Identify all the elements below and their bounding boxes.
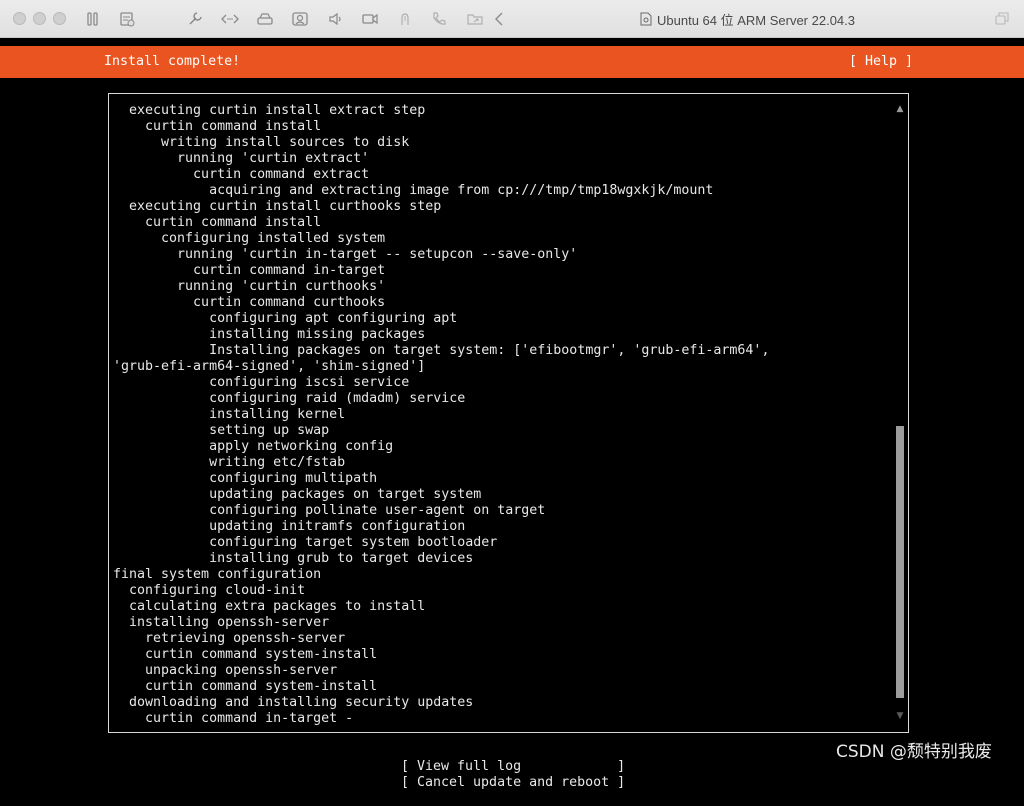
- log-line: curtin command system-install: [113, 647, 378, 662]
- log-line: installing kernel: [113, 407, 346, 422]
- log-line: configuring cloud-init: [113, 583, 306, 598]
- log-line: executing curtin install curthooks step: [113, 199, 442, 214]
- log-line: configuring multipath: [113, 471, 378, 486]
- log-line: retrieving openssh-server: [113, 631, 346, 646]
- log-line: configuring raid (mdadm) service: [113, 391, 466, 406]
- close-window-button[interactable]: [13, 12, 26, 25]
- log-line: setting up swap: [113, 423, 330, 438]
- log-line: curtin command system-install: [113, 679, 378, 694]
- log-line: updating initramfs configuration: [113, 519, 466, 534]
- log-line: updating packages on target system: [113, 487, 482, 502]
- document-icon: [640, 12, 652, 26]
- settings-wrench-icon[interactable]: [186, 10, 204, 28]
- camera-icon[interactable]: [291, 10, 309, 28]
- log-line: installing openssh-server: [113, 615, 330, 630]
- log-line: acquiring and extracting image from cp:/…: [113, 183, 714, 198]
- log-line: curtin command extract: [113, 167, 370, 182]
- vm-console-screen[interactable]: Install complete! [ Help ] executing cur…: [0, 38, 1024, 806]
- log-line: curtin command in-target: [113, 263, 386, 278]
- log-line: curtin command install: [113, 215, 322, 230]
- csdn-watermark: CSDN @颓特别我废: [836, 742, 992, 762]
- log-line: running 'curtin extract': [113, 151, 370, 166]
- log-line: Installing packages on target system: ['…: [113, 343, 770, 358]
- sound-icon[interactable]: [327, 10, 345, 28]
- cancel-update-reboot-button[interactable]: [ Cancel update and reboot ]: [401, 775, 625, 791]
- pause-icon[interactable]: [86, 10, 100, 28]
- log-line: installing missing packages: [113, 327, 426, 342]
- log-line: apply networking config: [113, 439, 394, 454]
- window-titlebar: Ubuntu 64 位 ARM Server 22.04.3: [0, 0, 1024, 38]
- install-log: executing curtin install extract step cu…: [113, 103, 769, 727]
- log-line: calculating extra packages to install: [113, 599, 426, 614]
- disk-icon[interactable]: [256, 10, 274, 28]
- snapshot-icon[interactable]: [118, 10, 136, 28]
- log-line: curtin command curthooks: [113, 295, 386, 310]
- log-line: unpacking openssh-server: [113, 663, 338, 678]
- scrollbar-thumb[interactable]: [896, 425, 904, 699]
- log-line: configuring pollinate user-agent on targ…: [113, 503, 546, 518]
- log-line: writing etc/fstab: [113, 455, 346, 470]
- log-line: running 'curtin curthooks': [113, 279, 386, 294]
- installer-header: Install complete! [ Help ]: [0, 46, 1024, 78]
- window-title-text: Ubuntu 64 位 ARM Server 22.04.3: [657, 12, 855, 28]
- help-button[interactable]: [ Help ]: [849, 54, 913, 70]
- install-log-box: executing curtin install extract step cu…: [108, 93, 909, 733]
- view-full-log-button[interactable]: [ View full log ]: [401, 759, 625, 775]
- log-line: curtin command in-target -: [113, 711, 354, 726]
- log-line: running 'curtin in-target -- setupcon --…: [113, 247, 578, 262]
- log-line: executing curtin install extract step: [113, 103, 426, 118]
- restore-icon[interactable]: [994, 10, 1010, 28]
- log-line: 'grub-efi-arm64-signed', 'shim-signed']: [113, 359, 426, 374]
- usb-icon[interactable]: [396, 10, 414, 28]
- scroll-down-arrow[interactable]: ▼: [895, 711, 905, 721]
- log-line: configuring target system bootloader: [113, 535, 498, 550]
- zoom-window-button[interactable]: [53, 12, 66, 25]
- code-icon[interactable]: [220, 10, 240, 28]
- log-line: configuring apt configuring apt: [113, 311, 458, 326]
- log-line: final system configuration: [113, 567, 322, 582]
- minimize-window-button[interactable]: [33, 12, 46, 25]
- log-line: configuring installed system: [113, 231, 386, 246]
- back-chevron-icon[interactable]: [492, 10, 506, 28]
- log-scrollbar[interactable]: [896, 118, 904, 710]
- log-line: installing grub to target devices: [113, 551, 474, 566]
- log-line: curtin command install: [113, 119, 322, 134]
- installer-title: Install complete!: [104, 54, 241, 69]
- folder-share-icon[interactable]: [466, 10, 484, 28]
- video-icon[interactable]: [361, 10, 379, 28]
- phone-icon[interactable]: [430, 10, 448, 28]
- log-line: downloading and installing security upda…: [113, 695, 474, 710]
- scroll-up-arrow[interactable]: ▲: [895, 104, 905, 114]
- log-line: configuring iscsi service: [113, 375, 410, 390]
- window-title: Ubuntu 64 位 ARM Server 22.04.3: [640, 10, 855, 28]
- log-line: writing install sources to disk: [113, 135, 410, 150]
